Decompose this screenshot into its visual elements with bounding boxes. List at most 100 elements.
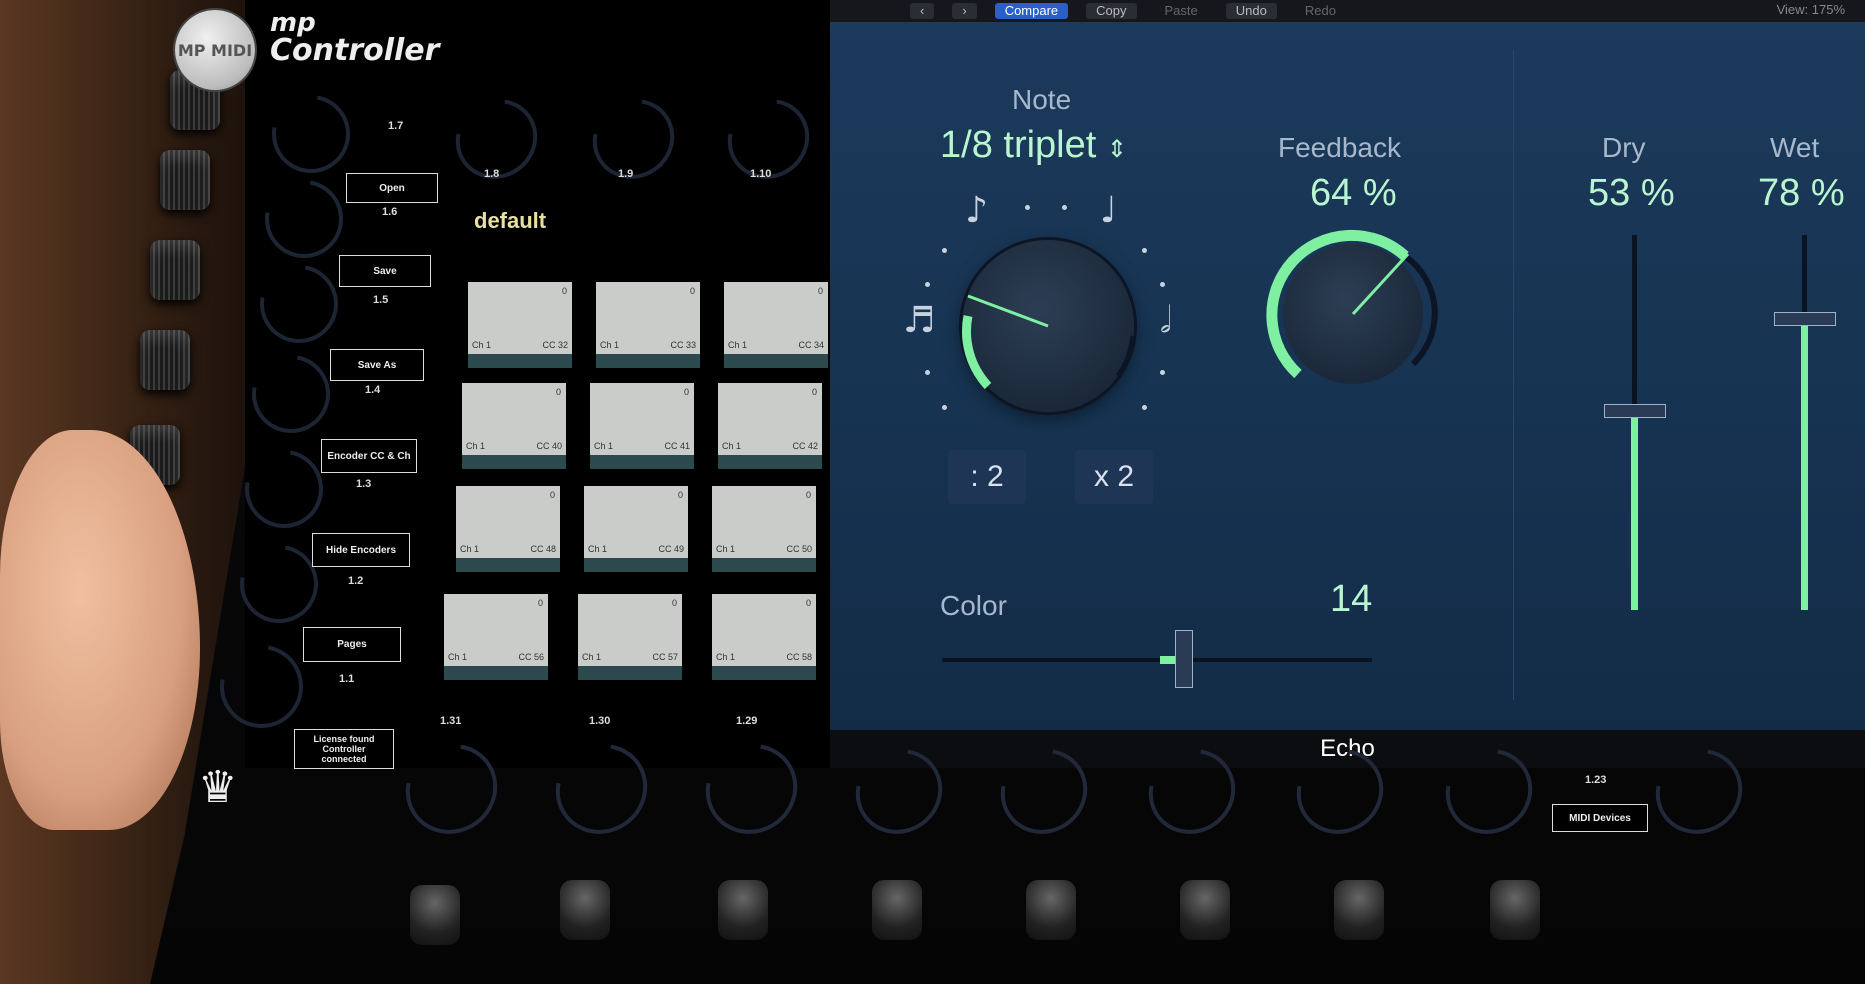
note-value[interactable]: 1/8 triplet ⇕ — [940, 124, 1127, 167]
hide-encoders-button[interactable]: Hide Encoders — [312, 533, 410, 567]
dry-fader-fill — [1631, 410, 1638, 610]
note-knob-arc — [962, 294, 1136, 390]
bottom-knob[interactable] — [1180, 880, 1230, 940]
copy-button[interactable]: Copy — [1086, 3, 1137, 19]
jester-hat-icon: ♛ — [198, 763, 238, 812]
pad-cc: CC 48 — [530, 544, 556, 554]
side-knob[interactable] — [160, 150, 210, 210]
compare-button[interactable]: Compare — [994, 3, 1069, 19]
tick-dot — [1025, 205, 1030, 210]
dry-label: Dry — [1602, 132, 1646, 163]
encoder-cc-ch-button[interactable]: Encoder CC & Ch — [321, 439, 417, 473]
logo-text: MP MIDI — [177, 40, 253, 60]
color-label: Color — [940, 590, 1007, 621]
brand-line2: Controller — [270, 33, 440, 68]
view-zoom[interactable]: View: 175% — [1777, 2, 1845, 17]
feedback-label: Feedback — [1278, 132, 1401, 163]
pad-channel: Ch 1 — [716, 652, 736, 662]
pad[interactable]: 0 Ch 1 CC 48 — [456, 486, 560, 572]
multiply-by-two-button[interactable]: x 2 — [1075, 450, 1153, 504]
pad[interactable]: 0 Ch 1 CC 32 — [468, 282, 572, 368]
pages-button[interactable]: Pages — [303, 627, 401, 662]
bottom-knob[interactable] — [1334, 880, 1384, 940]
pad-channel: Ch 1 — [594, 441, 614, 451]
pad-value: 0 — [537, 598, 543, 608]
bottom-knob[interactable] — [1026, 880, 1076, 940]
color-slider-handle[interactable] — [1175, 630, 1193, 688]
pad[interactable]: 0 Ch 1 CC 57 — [578, 594, 682, 680]
note-label: Note — [1012, 84, 1072, 115]
license-line1: License found — [313, 734, 375, 744]
pad[interactable]: 0 Ch 1 CC 41 — [590, 383, 694, 469]
open-id: 1.6 — [382, 206, 398, 218]
redo-button[interactable]: Redo — [1295, 3, 1346, 19]
wet-fader-fill — [1801, 320, 1808, 610]
pad[interactable]: 0 Ch 1 CC 50 — [712, 486, 816, 572]
chevron-left-icon[interactable]: ‹ — [910, 3, 935, 19]
section-divider — [1513, 50, 1514, 700]
save-id: 1.5 — [373, 294, 389, 306]
pad-channel: Ch 1 — [728, 340, 748, 350]
wet-label: Wet — [1770, 132, 1820, 163]
divide-by-two-button[interactable]: : 2 — [948, 450, 1026, 504]
sixteenth-note-icon: ♬ — [903, 300, 936, 341]
pad-channel: Ch 1 — [466, 441, 486, 451]
pad-value: 0 — [805, 598, 811, 608]
side-knob[interactable] — [150, 240, 200, 300]
pad-value: 0 — [683, 387, 689, 397]
save-button[interactable]: Save — [339, 255, 431, 287]
pad-channel: Ch 1 — [448, 652, 468, 662]
save-as-button[interactable]: Save As — [330, 349, 424, 381]
pad-channel: Ch 1 — [472, 340, 492, 350]
view-label: View: — [1776, 2, 1809, 17]
pad-value: 0 — [677, 490, 683, 500]
chevron-right-icon[interactable]: › — [952, 3, 977, 19]
color-slider-track[interactable] — [942, 658, 1372, 662]
pad-channel: Ch 1 — [716, 544, 736, 554]
tick-dot — [1160, 282, 1165, 287]
pad-value: 0 — [671, 598, 677, 608]
pad-value: 0 — [555, 387, 561, 397]
license-status: License found Controller connected — [294, 729, 394, 769]
bottom-knob[interactable] — [560, 880, 610, 940]
open-button[interactable]: Open — [346, 173, 438, 203]
tick-dot — [925, 370, 930, 375]
pad[interactable]: 0 Ch 1 CC 34 — [724, 282, 828, 368]
pad-channel: Ch 1 — [588, 544, 608, 554]
encoder-label: 1.8 — [484, 168, 500, 180]
wet-value: 78 % — [1758, 172, 1845, 214]
plugin-toolbar: ‹ › Compare Copy Paste Undo Redo View: 1… — [830, 0, 1865, 22]
bottom-knob[interactable] — [1490, 880, 1540, 940]
side-knob[interactable] — [140, 330, 190, 390]
bottom-knob[interactable] — [718, 880, 768, 940]
pad-cc: CC 50 — [786, 544, 812, 554]
pad[interactable]: 0 Ch 1 CC 49 — [584, 486, 688, 572]
pad-cc: CC 33 — [670, 340, 696, 350]
midi-devices-button[interactable]: MIDI Devices — [1552, 804, 1648, 832]
pad-cc: CC 58 — [786, 652, 812, 662]
paste-button[interactable]: Paste — [1155, 3, 1208, 19]
license-line2: Controller — [322, 744, 366, 754]
pad[interactable]: 0 Ch 1 CC 56 — [444, 594, 548, 680]
pad-cc: CC 40 — [536, 441, 562, 451]
pad[interactable]: 0 Ch 1 CC 33 — [596, 282, 700, 368]
bottom-knob[interactable] — [410, 885, 460, 945]
preset-name: default — [474, 208, 547, 233]
pad[interactable]: 0 Ch 1 CC 58 — [712, 594, 816, 680]
pad[interactable]: 0 Ch 1 CC 42 — [718, 383, 822, 469]
encoder-label: 1.10 — [750, 168, 772, 180]
bottom-knob[interactable] — [872, 880, 922, 940]
pages-id: 1.1 — [339, 673, 355, 685]
pad-cc: CC 57 — [652, 652, 678, 662]
pad[interactable]: 0 Ch 1 CC 40 — [462, 383, 566, 469]
encoder-label: 1.23 — [1585, 774, 1607, 786]
pad-channel: Ch 1 — [600, 340, 620, 350]
pad-value: 0 — [561, 286, 567, 296]
dry-fader-handle[interactable] — [1604, 404, 1666, 418]
undo-button[interactable]: Undo — [1225, 3, 1277, 19]
stepper-icon[interactable]: ⇕ — [1107, 136, 1127, 163]
encoder-label: 1.29 — [736, 715, 758, 727]
wet-fader-handle[interactable] — [1774, 312, 1836, 326]
encoder-label: 1.9 — [618, 168, 634, 180]
feedback-value: 64 % — [1310, 172, 1397, 214]
